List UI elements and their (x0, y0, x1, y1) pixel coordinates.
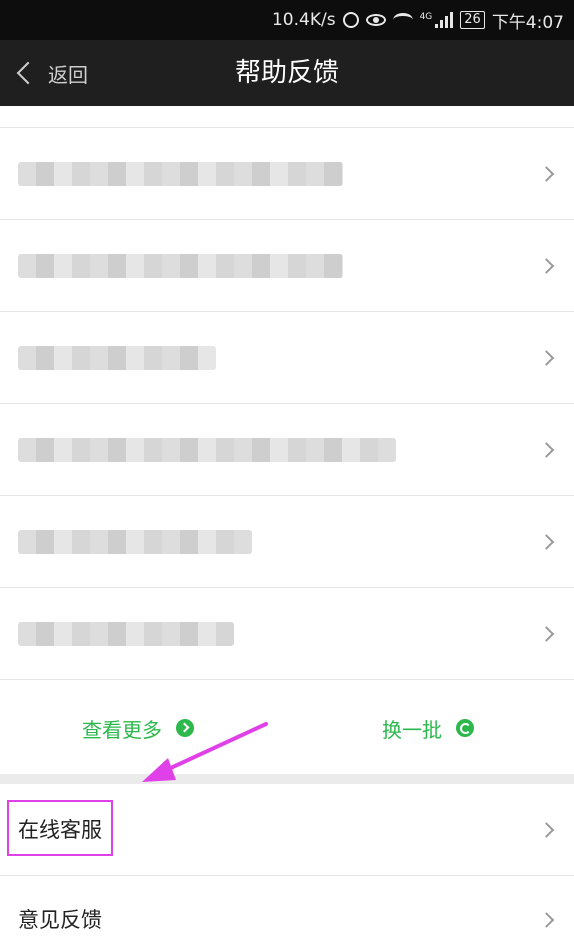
faq-actions: 查看更多 换一批 (0, 682, 574, 774)
arrow-right-circle-icon (176, 719, 194, 737)
refresh-batch-button[interactable]: 换一批 (382, 682, 474, 774)
net-speed: 10.4K/s (271, 10, 336, 30)
wifi-icon (392, 13, 413, 27)
list-top-spacer (0, 106, 574, 128)
chevron-right-icon (538, 533, 555, 550)
status-icons: 10.4K/s 4G 26 下午4:07 (272, 0, 564, 40)
signal-icon: 4G (420, 12, 454, 28)
view-more-label: 查看更多 (82, 717, 162, 742)
faq-item-label-blurred (18, 529, 252, 554)
view-more-button[interactable]: 查看更多 (82, 682, 194, 774)
faq-item-label-blurred (18, 161, 343, 186)
refresh-icon (456, 719, 474, 737)
eye-icon (365, 14, 386, 26)
clock: 下午4:07 (491, 12, 564, 33)
faq-item-1[interactable] (0, 128, 574, 220)
online-service-item[interactable]: 在线客服 (0, 784, 574, 876)
feedback-item[interactable]: 意见反馈 (0, 876, 574, 947)
section-divider (0, 774, 574, 784)
nav-bar: 返回 帮助反馈 (0, 40, 574, 106)
chevron-right-icon (538, 257, 555, 274)
faq-item-3[interactable] (0, 312, 574, 404)
back-button[interactable]: 返回 (12, 40, 88, 106)
faq-item-label-blurred (18, 437, 396, 462)
faq-item-2[interactable] (0, 220, 574, 312)
feedback-label: 意见反馈 (18, 908, 102, 932)
back-label: 返回 (48, 62, 88, 87)
chevron-right-icon (538, 821, 555, 838)
online-service-label: 在线客服 (18, 818, 102, 842)
faq-item-4[interactable] (0, 404, 574, 496)
faq-item-label-blurred (18, 253, 343, 278)
chevron-right-icon (538, 165, 555, 182)
faq-item-label-blurred (18, 345, 216, 370)
chevron-right-icon (538, 625, 555, 642)
faq-list (0, 106, 574, 680)
faq-item-5[interactable] (0, 496, 574, 588)
chevron-right-icon (538, 912, 555, 928)
chevron-right-icon (538, 441, 555, 458)
refresh-batch-label: 换一批 (382, 717, 442, 742)
status-bar: 10.4K/s 4G 26 下午4:07 (0, 0, 574, 40)
faq-item-label-blurred (18, 621, 234, 646)
network-type: 4G (419, 12, 433, 22)
faq-item-6[interactable] (0, 588, 574, 680)
chevron-left-icon (16, 61, 40, 85)
alarm-icon (342, 12, 359, 28)
chevron-right-icon (538, 349, 555, 366)
battery-icon: 26 (460, 11, 485, 29)
